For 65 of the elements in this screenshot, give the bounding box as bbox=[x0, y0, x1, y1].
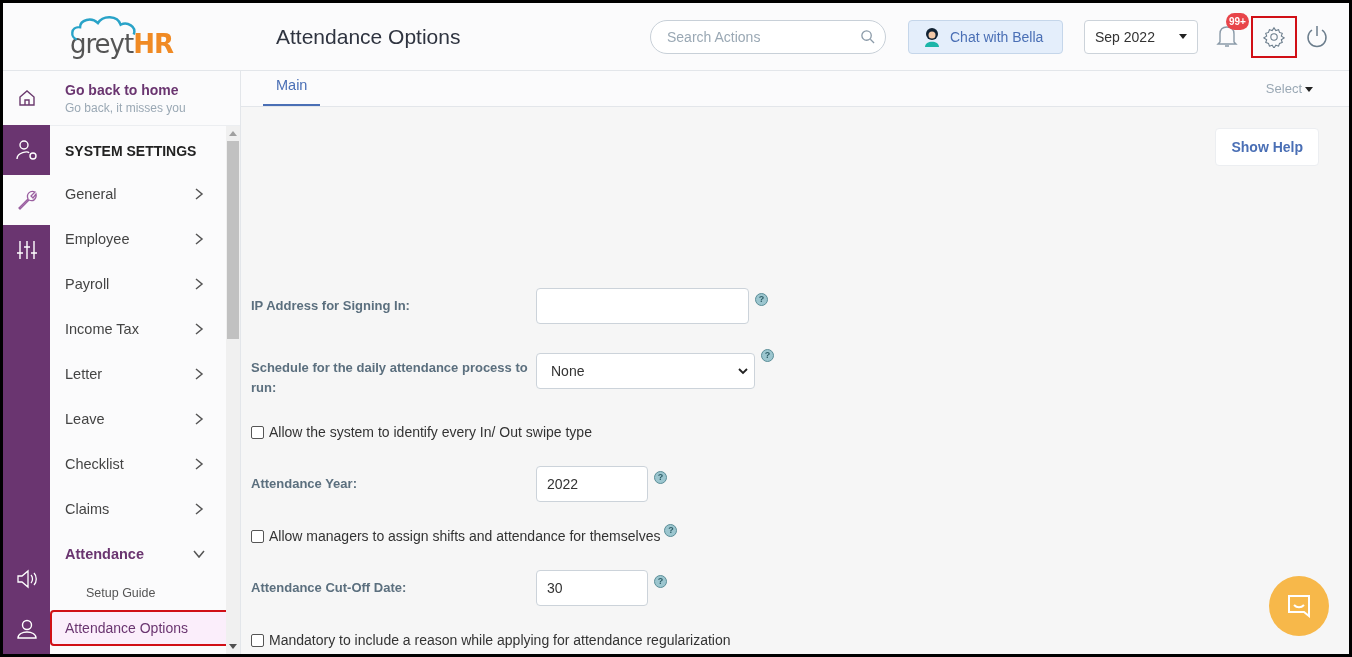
input-field[interactable]: 30 bbox=[536, 570, 648, 606]
field-label: Attendance Cut-Off Date: bbox=[251, 579, 408, 597]
input-field[interactable] bbox=[536, 288, 749, 324]
month-select[interactable]: Sep 2022 bbox=[1084, 19, 1198, 54]
field-label: Schedule for the daily attendance process to run: bbox=[251, 359, 529, 397]
logo: greytHR bbox=[70, 14, 173, 59]
checkbox-label: Allow managers to assign shifts and attendance for themselves bbox=[269, 528, 661, 544]
back-home-link[interactable]: Go back to home Go back, it misses you bbox=[50, 71, 240, 126]
chevron-icon bbox=[194, 322, 204, 335]
avatar-icon bbox=[923, 26, 941, 47]
person-gear-icon[interactable] bbox=[15, 139, 38, 161]
sidebar-subitem[interactable]: Attendance Options bbox=[50, 610, 226, 646]
chevron-icon bbox=[193, 548, 205, 559]
sidebar-item[interactable]: Attendance bbox=[50, 531, 226, 576]
sidebar-item[interactable]: Payroll bbox=[50, 261, 226, 306]
chevron-icon bbox=[194, 367, 204, 380]
sidebar-item[interactable]: Claims bbox=[50, 486, 226, 531]
chevron-down-icon bbox=[738, 367, 748, 375]
speaker-icon[interactable] bbox=[15, 569, 38, 589]
sidebar-item[interactable]: Employee bbox=[50, 216, 226, 261]
sidebar-item[interactable]: General bbox=[50, 171, 226, 216]
chevron-icon bbox=[194, 277, 204, 290]
sidebar-item[interactable]: Letter bbox=[50, 351, 226, 396]
chevron-icon bbox=[194, 412, 204, 425]
chevron-icon bbox=[194, 187, 204, 200]
chevron-icon bbox=[194, 502, 204, 515]
settings-icon bbox=[1263, 25, 1285, 48]
settings-button[interactable] bbox=[1251, 15, 1297, 58]
help-icon[interactable]: ? bbox=[664, 524, 678, 537]
help-icon[interactable]: ? bbox=[761, 349, 774, 362]
chevron-icon bbox=[194, 232, 204, 245]
checkbox[interactable] bbox=[251, 425, 264, 439]
bell-icon[interactable] bbox=[1216, 23, 1238, 48]
caret-icon bbox=[1179, 34, 1187, 39]
help-icon[interactable]: ? bbox=[654, 471, 667, 484]
help-icon[interactable]: ? bbox=[654, 575, 667, 588]
tab[interactable]: Main bbox=[263, 77, 321, 106]
power-icon[interactable] bbox=[1305, 24, 1329, 49]
sliders-icon[interactable] bbox=[15, 239, 38, 261]
field-label: IP Address for Signing In: bbox=[251, 297, 411, 315]
notification-badge: 99+ bbox=[1226, 12, 1249, 30]
checkbox[interactable] bbox=[251, 633, 264, 647]
help-icon[interactable]: ? bbox=[755, 293, 768, 306]
search-input[interactable]: Search Actions bbox=[665, 27, 860, 46]
sidebar-item[interactable]: Checklist bbox=[50, 441, 226, 486]
chat-button[interactable]: Chat with Bella bbox=[908, 19, 1063, 54]
section-heading: SYSTEM SETTINGS bbox=[64, 142, 198, 161]
sidebar-item[interactable]: Leave bbox=[50, 396, 226, 441]
show-help-button[interactable]: Show Help bbox=[1215, 128, 1319, 166]
home-icon[interactable] bbox=[18, 89, 35, 107]
select-field[interactable]: None bbox=[536, 353, 755, 389]
checkbox-label: Allow the system to identify every In/ Out swipe type bbox=[269, 424, 592, 440]
search-icon bbox=[860, 29, 875, 44]
field-label: Attendance Year: bbox=[251, 475, 358, 493]
scrollbar[interactable] bbox=[226, 126, 240, 654]
search-field[interactable]: Search Actions bbox=[650, 19, 886, 54]
sidebar-item[interactable]: Income Tax bbox=[50, 306, 226, 351]
chat-icon bbox=[1286, 594, 1312, 618]
input-field[interactable]: 2022 bbox=[536, 466, 648, 502]
checkbox-label: Mandatory to include a reason while applying for attendance regularization bbox=[269, 632, 731, 648]
sidebar-subitem[interactable]: Setup Guide bbox=[50, 576, 226, 610]
person-icon[interactable] bbox=[16, 619, 37, 639]
checkbox[interactable] bbox=[251, 529, 264, 543]
page-title: Attendance Options bbox=[276, 24, 462, 49]
chevron-icon bbox=[194, 457, 204, 470]
